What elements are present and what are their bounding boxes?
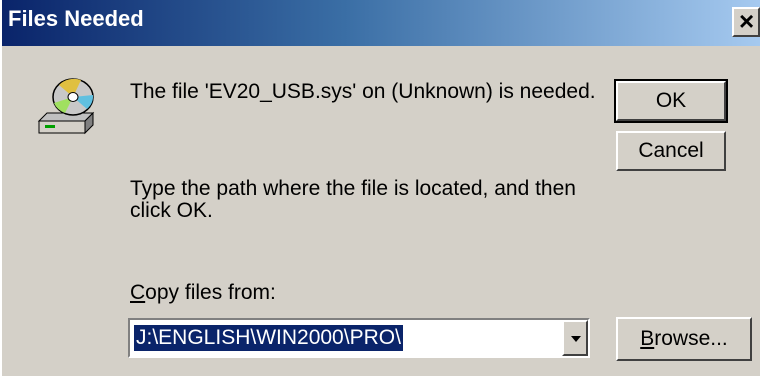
files-needed-dialog: Files Needed × The file 'EV20_USB.sys' o…: [0, 0, 760, 376]
copy-from-combobox[interactable]: J:\ENGLISH\WIN2000\PRO\: [128, 318, 590, 358]
browse-button-label: rowse...: [654, 327, 728, 350]
window-title: Files Needed: [8, 6, 144, 31]
instruction-message: Type the path where the file is located,…: [130, 177, 576, 222]
cd-drive-icon: [35, 75, 101, 139]
close-button[interactable]: ×: [732, 6, 760, 37]
close-icon: ×: [739, 6, 755, 36]
browse-button[interactable]: Browse...: [616, 317, 752, 361]
copy-files-label: Copy files from:: [130, 281, 276, 305]
dropdown-button[interactable]: [562, 320, 588, 356]
needed-file-message: The file 'EV20_USB.sys' on (Unknown) is …: [130, 80, 596, 103]
chevron-down-icon: [571, 336, 581, 342]
copy-from-value[interactable]: J:\ENGLISH\WIN2000\PRO\: [134, 325, 403, 351]
copy-files-label-accel: C: [130, 281, 146, 304]
title-bar[interactable]: Files Needed ×: [2, 0, 760, 46]
copy-files-label-text: opy files from:: [145, 281, 276, 304]
browse-button-accel: B: [640, 327, 655, 350]
ok-button[interactable]: OK: [614, 79, 728, 123]
cancel-button[interactable]: Cancel: [616, 131, 726, 171]
